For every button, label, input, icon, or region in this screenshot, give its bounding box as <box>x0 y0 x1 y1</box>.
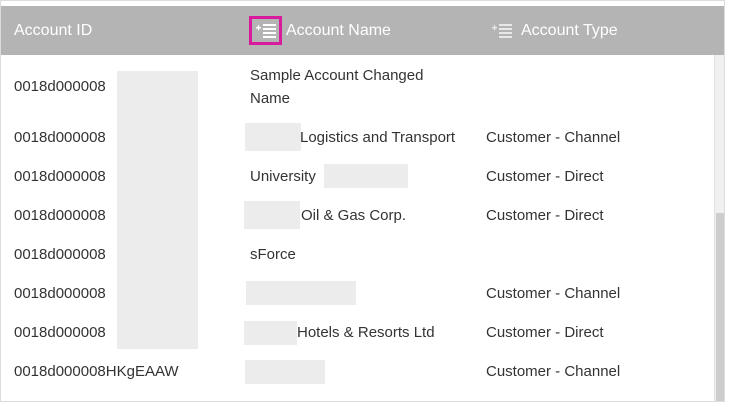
table-row[interactable]: 0018d000008 Hotels & Resorts Ltd Custome… <box>1 324 713 344</box>
account-name-cell[interactable]: Logistics and Transport <box>300 129 455 146</box>
table-row[interactable]: 0018d000008 sForce <box>1 246 713 266</box>
sort-list-icon[interactable] <box>489 21 514 41</box>
account-id-cell: 0018d000008 <box>14 207 106 224</box>
redaction-block <box>245 123 301 151</box>
column-header-label: Account ID <box>14 21 93 39</box>
table-row[interactable]: 0018d000008 Logistics and Transport Cust… <box>1 129 713 149</box>
account-name-cell[interactable]: sForce <box>250 246 296 263</box>
account-type-cell: Customer - Channel <box>486 363 621 380</box>
account-id-cell: 0018d000008 <box>14 324 106 341</box>
table-row[interactable]: 0018d000008HKgEAAW Customer - Channel <box>1 363 713 383</box>
column-header-label: Account Name <box>286 21 391 39</box>
account-type-cell: Customer - Channel <box>486 285 621 302</box>
vertical-scrollbar[interactable] <box>714 55 724 401</box>
redaction-block <box>117 71 198 349</box>
account-id-cell: 0018d000008 <box>14 129 106 146</box>
sort-list-icon[interactable] <box>249 16 282 45</box>
account-id-cell: 0018d000008HKgEAAW <box>14 363 179 380</box>
account-name-cell[interactable]: Sample Account Changed Name <box>250 64 450 110</box>
account-name-cell[interactable]: Hotels & Resorts Ltd <box>297 324 435 341</box>
redaction-block <box>245 360 325 384</box>
account-type-cell: Customer - Direct <box>486 207 604 224</box>
account-type-cell: Customer - Channel <box>486 129 621 146</box>
account-id-cell: 0018d000008 <box>14 78 106 95</box>
account-id-cell: 0018d000008 <box>14 168 106 185</box>
column-header-account-type[interactable]: Account Type <box>491 6 618 55</box>
scrollbar-thumb[interactable] <box>716 213 724 401</box>
column-header-account-name[interactable]: Account Name <box>249 6 391 55</box>
account-id-cell: 0018d000008 <box>14 285 106 302</box>
account-name-cell[interactable]: Oil & Gas Corp. <box>301 207 406 224</box>
redaction-block <box>324 164 408 188</box>
account-id-cell: 0018d000008 <box>14 246 106 263</box>
table-row[interactable]: 0018d000008 Oil & Gas Corp. Customer - D… <box>1 207 713 227</box>
account-type-cell: Customer - Direct <box>486 324 604 341</box>
account-name-cell[interactable]: University <box>250 168 316 185</box>
column-header-account-id[interactable]: Account ID <box>14 6 92 55</box>
table-row[interactable]: 0018d000008 Sample Account Changed Name <box>1 64 713 114</box>
data-table: Account ID Account Name Account Type 001… <box>0 0 725 402</box>
account-type-cell: Customer - Direct <box>486 168 604 185</box>
table-row[interactable]: 0018d000008 Customer - Channel <box>1 285 713 305</box>
redaction-block <box>244 201 300 229</box>
redaction-block <box>246 281 356 305</box>
redaction-block <box>244 321 297 345</box>
column-header-label: Account Type <box>521 21 618 39</box>
table-header: Account ID Account Name Account Type <box>1 6 724 55</box>
